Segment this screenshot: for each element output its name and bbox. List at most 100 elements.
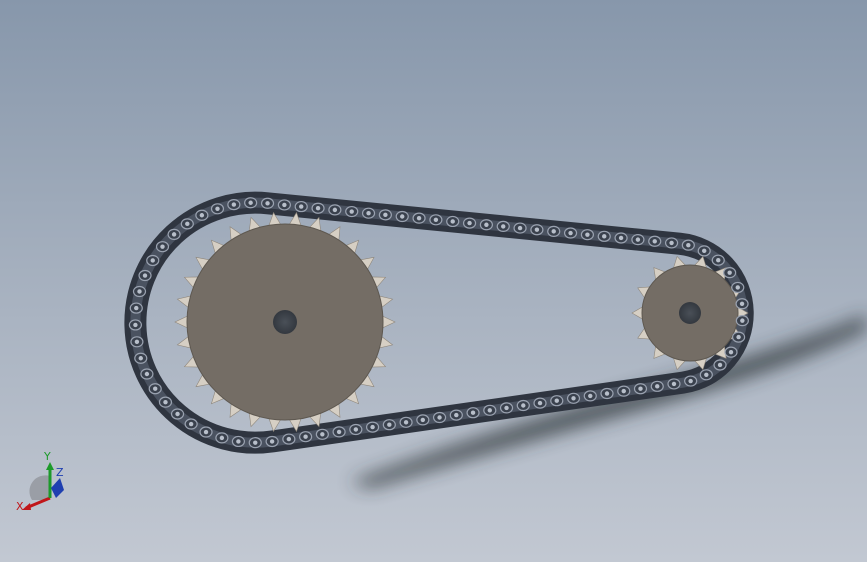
- chain-pin: [366, 210, 371, 216]
- chain-pin: [602, 234, 607, 239]
- chain-pin: [470, 410, 476, 415]
- chain-pin: [501, 224, 506, 229]
- chain-drive-model[interactable]: [0, 0, 867, 562]
- chain-pin: [219, 435, 225, 441]
- sprocket-tooth: [631, 306, 643, 320]
- chain-pin: [299, 204, 304, 209]
- chain-pin: [199, 213, 205, 218]
- chain-pin: [150, 258, 155, 263]
- chain-pin: [433, 217, 439, 223]
- chain-pin: [387, 422, 392, 427]
- sprocket-tooth: [382, 315, 396, 329]
- chain-pin: [717, 362, 723, 368]
- chain-pin: [588, 393, 593, 399]
- chain-pin: [137, 289, 142, 294]
- chain-pin: [332, 207, 338, 213]
- chain-pin: [134, 339, 140, 344]
- sprocket-bore: [273, 310, 297, 334]
- chain-pin: [231, 202, 237, 207]
- chain-pin: [236, 439, 241, 444]
- chain-pin: [635, 237, 641, 242]
- chain-pin: [320, 432, 325, 437]
- chain-pin: [153, 386, 158, 391]
- chain-pin: [370, 424, 375, 430]
- chain-pin: [671, 381, 677, 387]
- chain-pin: [315, 206, 321, 211]
- chain-pin: [185, 221, 190, 227]
- chain-pin: [551, 229, 556, 234]
- chain-pin: [383, 212, 388, 218]
- chain-pin: [336, 429, 342, 435]
- chain-pin: [537, 400, 543, 406]
- chain-pin: [534, 227, 540, 232]
- view-orientation-triad[interactable]: X Y Z: [12, 448, 76, 518]
- chain-pin: [554, 398, 559, 403]
- chain-pin: [160, 244, 165, 249]
- chain-pin: [618, 235, 624, 241]
- chain-pin: [638, 386, 643, 391]
- chain-pin: [286, 436, 292, 442]
- chain-pin: [739, 301, 745, 306]
- chain-pin: [269, 439, 275, 444]
- chain-pin: [142, 273, 148, 278]
- chain-pin: [655, 384, 660, 389]
- chain-pin: [688, 378, 693, 384]
- chain-pin: [504, 405, 509, 411]
- chain-pin: [400, 214, 405, 219]
- chain-pin: [702, 248, 707, 254]
- triad-plane-icon: [29, 475, 50, 500]
- chain-pin: [171, 232, 177, 237]
- sprocket-bore: [679, 302, 701, 324]
- z-axis-label: Z: [56, 466, 64, 479]
- chain-pin: [686, 242, 691, 248]
- chain-pin: [487, 408, 492, 413]
- chain-pin: [621, 388, 626, 394]
- chain-pin: [669, 240, 674, 246]
- chain-pin: [604, 391, 610, 396]
- chain-pin: [450, 219, 455, 224]
- chain-pin: [517, 225, 523, 231]
- chain-pin: [349, 209, 354, 214]
- chain-pin: [138, 356, 143, 361]
- chain-pin: [265, 201, 270, 206]
- chain-pin: [353, 427, 359, 432]
- chain-pin: [253, 440, 258, 445]
- chain-pin: [571, 396, 576, 401]
- chain-pin: [420, 417, 426, 423]
- chain-pin: [521, 403, 526, 408]
- chain-pin: [727, 270, 732, 275]
- chain-pin: [437, 415, 442, 420]
- chain-pin: [175, 411, 180, 417]
- chain-pin: [282, 202, 287, 208]
- chain-pin: [144, 371, 150, 377]
- chain-pin: [740, 318, 745, 323]
- chain-pin: [716, 258, 721, 263]
- chain-pin: [735, 285, 740, 290]
- chain-pin: [704, 372, 709, 378]
- chain-pin: [652, 239, 657, 244]
- chain-pin: [133, 322, 138, 328]
- chain-pin: [248, 200, 253, 205]
- y-axis-label: Y: [43, 450, 51, 463]
- large-sprocket[interactable]: [174, 211, 396, 433]
- sprocket-tooth: [174, 315, 188, 329]
- chain-pin: [188, 421, 194, 427]
- chain-pin: [454, 412, 459, 418]
- chain-pin: [585, 232, 590, 237]
- z-axis-arrow: [51, 478, 64, 498]
- graphics-viewport[interactable]: X Y Z: [0, 0, 867, 562]
- chain-pin: [467, 220, 472, 226]
- chain-pin: [163, 399, 168, 405]
- chain-pin: [736, 334, 741, 340]
- x-axis-label: X: [16, 500, 24, 513]
- chain-pin: [403, 420, 409, 425]
- chain-pin: [203, 429, 209, 435]
- chain-pin: [728, 349, 734, 355]
- chain-pin: [215, 206, 220, 211]
- chain-pin: [303, 434, 308, 439]
- chain-pin: [134, 305, 139, 311]
- chain-pin: [416, 215, 422, 221]
- chain-pin: [484, 222, 489, 227]
- chain-pin: [568, 230, 573, 236]
- y-axis-arrowhead: [46, 462, 54, 470]
